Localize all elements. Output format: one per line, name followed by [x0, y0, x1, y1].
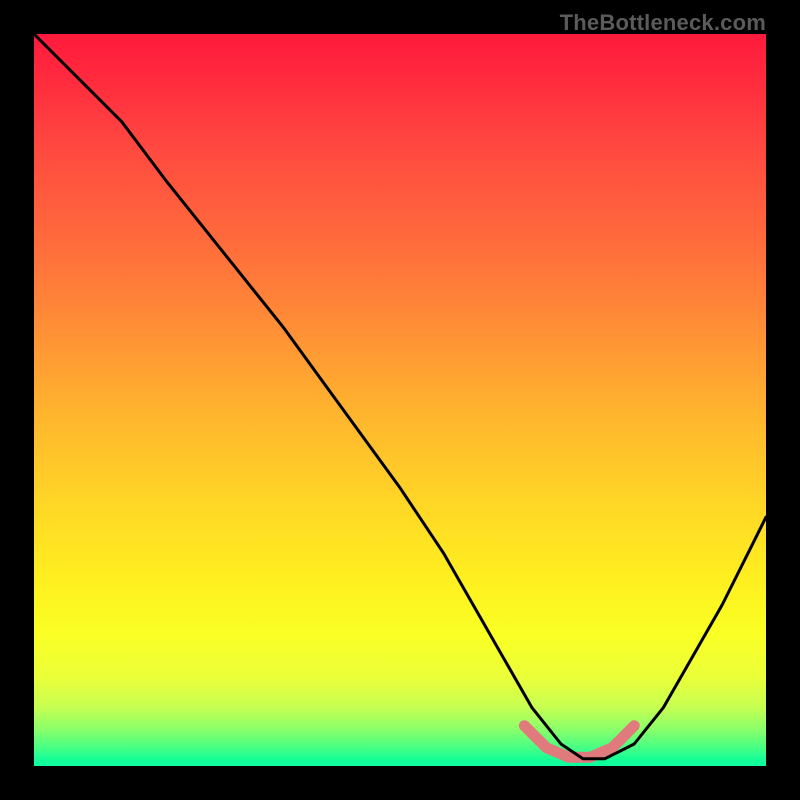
plot-area [34, 34, 766, 766]
watermark-text: TheBottleneck.com [560, 10, 766, 36]
bottleneck-curve-line [34, 34, 766, 759]
curve-layer [34, 34, 766, 766]
chart-frame: TheBottleneck.com [0, 0, 800, 800]
